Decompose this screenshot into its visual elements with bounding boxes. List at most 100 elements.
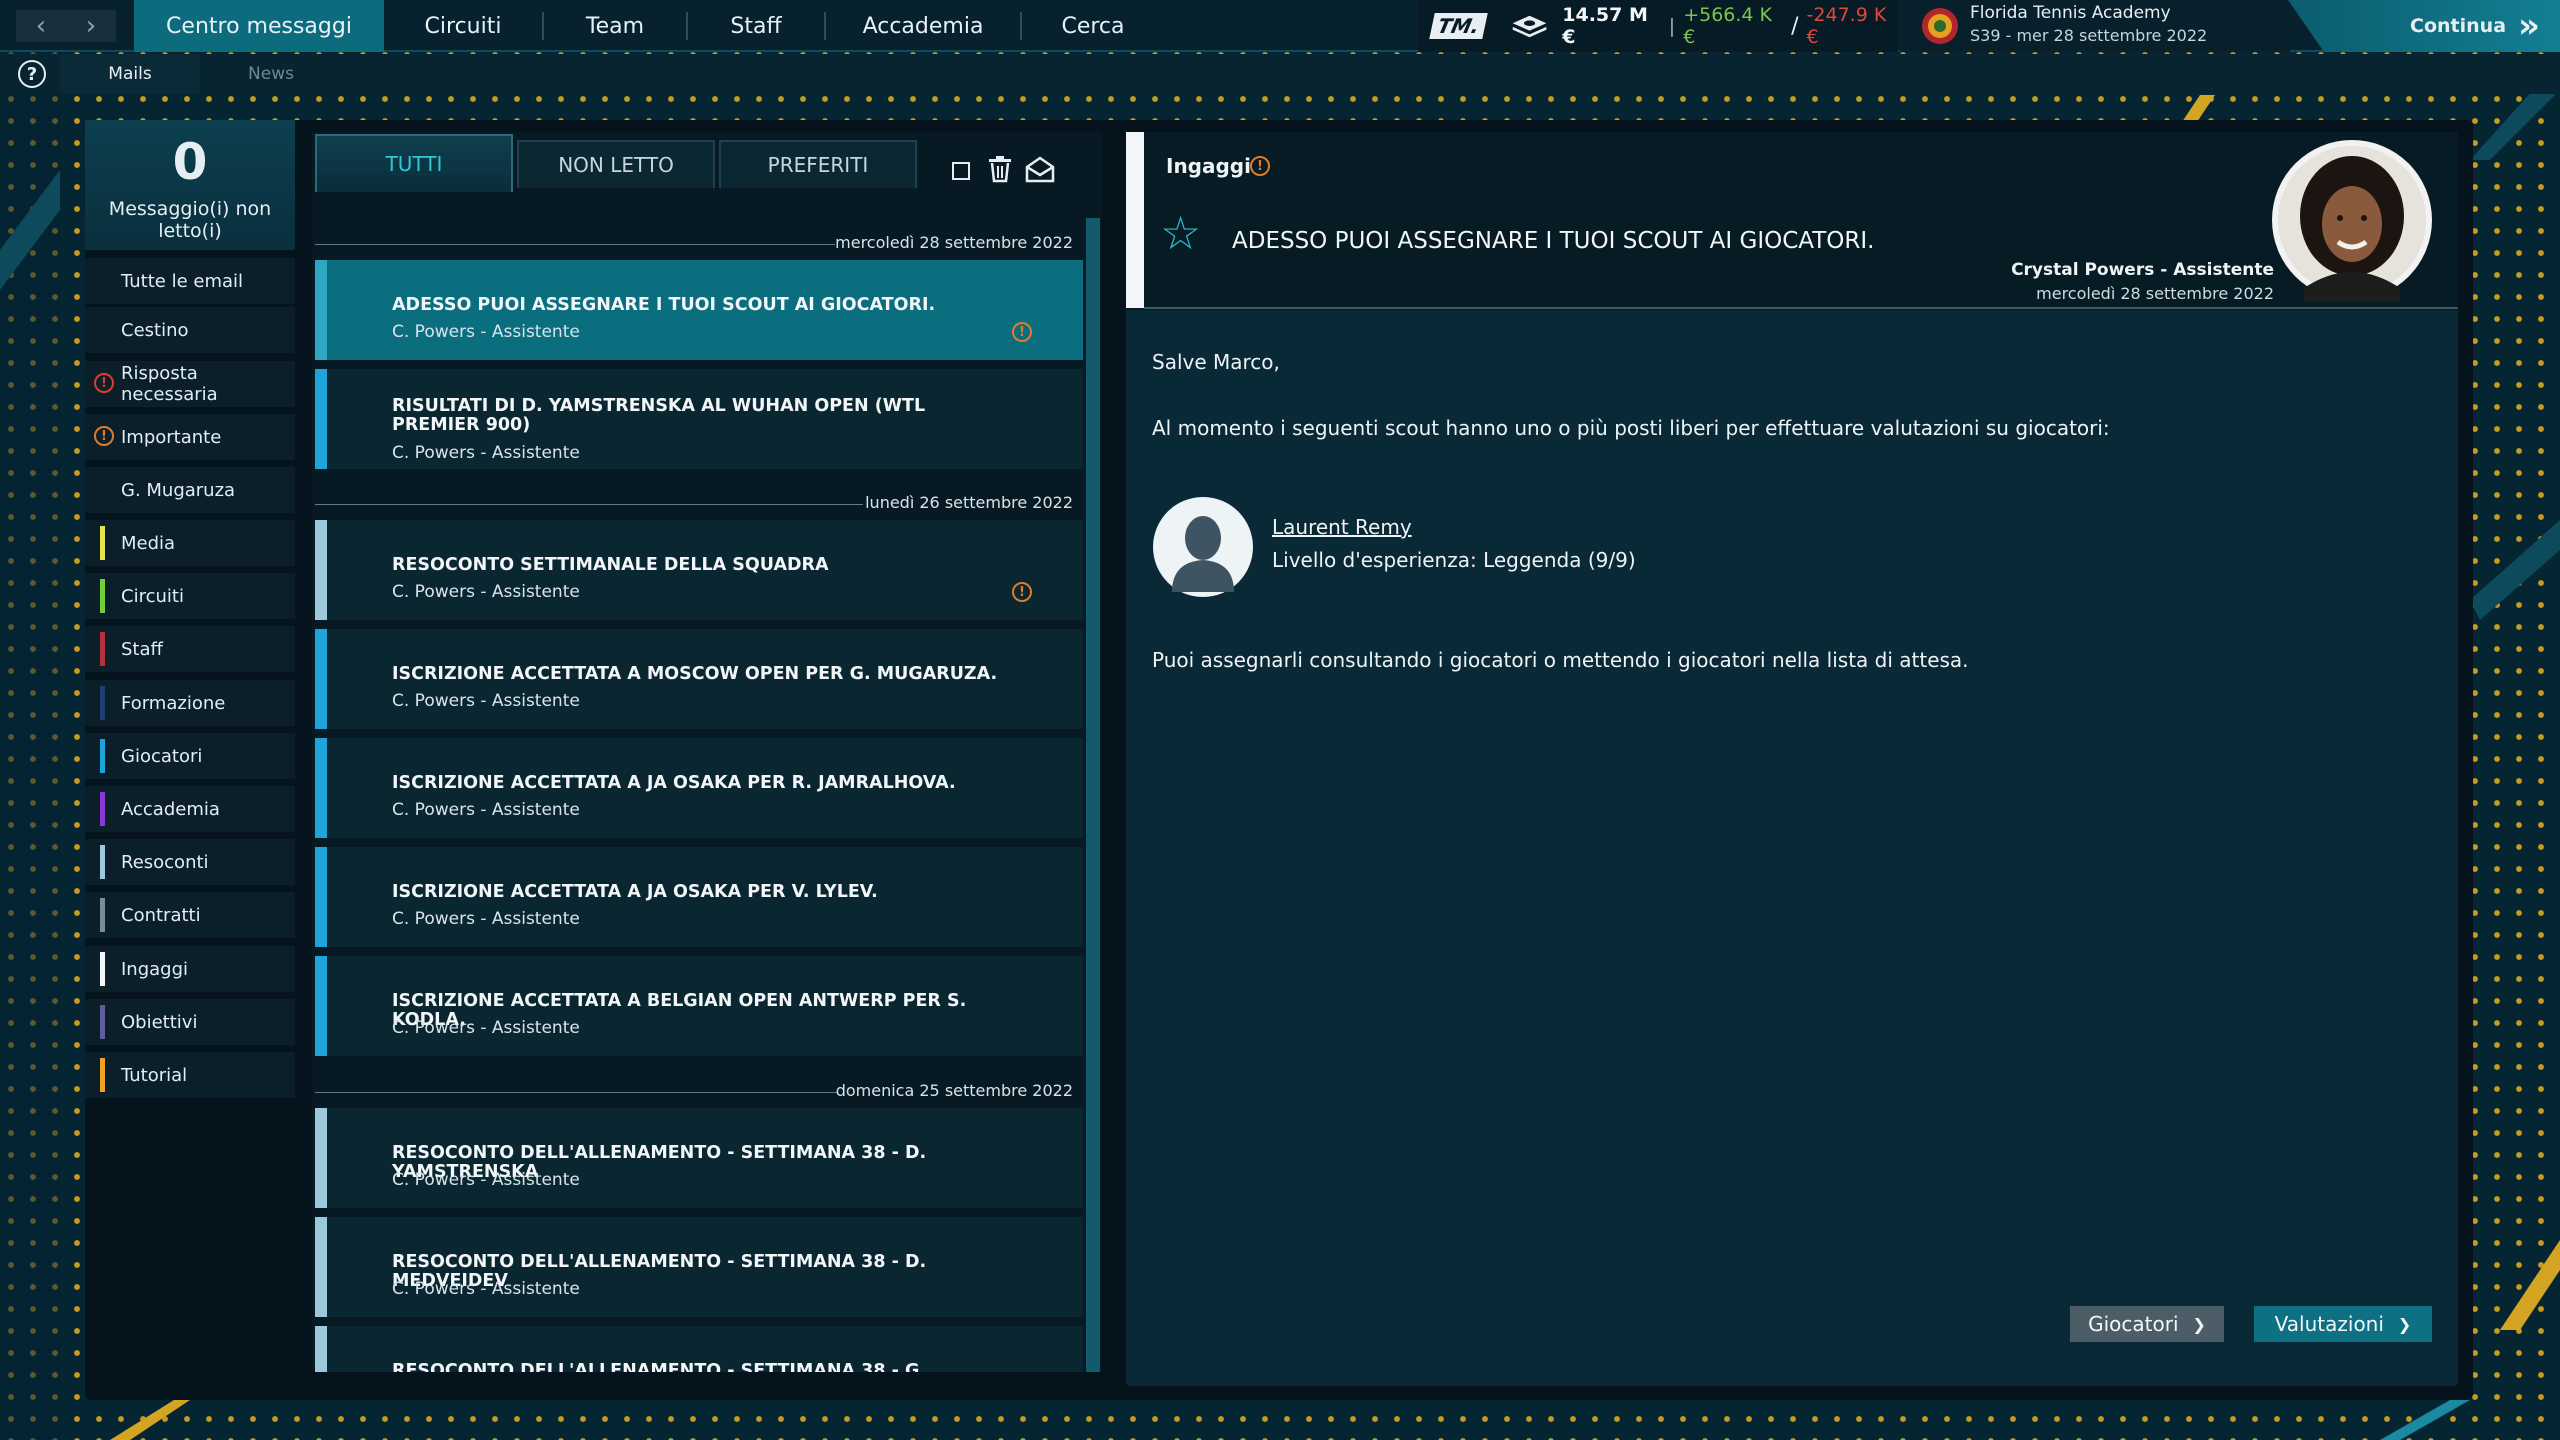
message-title: RESOCONTO SETTIMANALE DELLA SQUADRA — [392, 555, 829, 575]
category-item[interactable]: Staff — [85, 626, 295, 672]
mark-read-icon[interactable] — [1024, 155, 1056, 183]
help-icon[interactable]: ? — [18, 60, 46, 88]
favorite-star-icon[interactable]: ☆ — [1160, 210, 1201, 256]
select-all-checkbox[interactable] — [952, 162, 970, 180]
category-item[interactable]: Giocatori — [85, 733, 295, 779]
trash-icon[interactable] — [987, 155, 1013, 183]
message-category-stripe — [315, 369, 327, 469]
category-item[interactable]: ! Importante — [85, 414, 295, 460]
warning-icon: ! — [1012, 322, 1032, 342]
category-label: Resoconti — [121, 851, 209, 873]
message-category-stripe — [315, 1217, 327, 1317]
continue-button[interactable]: Continua » — [2288, 0, 2560, 52]
category-color-bar — [100, 526, 105, 560]
subtab-mails[interactable]: Mails — [60, 54, 200, 94]
list-tab-tutti[interactable]: TUTTI — [315, 134, 513, 192]
subtab-news[interactable]: News — [204, 54, 338, 94]
message-item[interactable]: RISULTATI DI D. YAMSTRENSKA AL WUHAN OPE… — [315, 369, 1083, 469]
message-title: RISULTATI DI D. YAMSTRENSKA AL WUHAN OPE… — [392, 396, 926, 435]
greeting-text: Salve Marco, — [1152, 350, 1280, 374]
category-label: Circuiti — [121, 585, 184, 607]
message-sender: C. Powers - Assistente — [392, 691, 580, 711]
category-label: Giocatori — [121, 745, 203, 767]
top-bar: ‹ › Centro messaggi Circuiti Team Staff … — [0, 0, 2560, 52]
message-title: RESOCONTO DELL'ALLENAMENTO - SETTIMANA 3… — [392, 1361, 926, 1373]
category-color-bar — [100, 739, 105, 773]
category-item[interactable]: Contratti — [85, 892, 295, 938]
money-icon — [1512, 15, 1547, 38]
category-item[interactable]: Circuiti — [85, 573, 295, 619]
chevron-right-icon: ❯ — [2192, 1314, 2206, 1334]
tab-centro-messaggi[interactable]: Centro messaggi — [134, 0, 384, 52]
message-item[interactable]: RESOCONTO SETTIMANALE DELLA SQUADRA C. Po… — [315, 520, 1083, 620]
message-sender: C. Powers - Assistente — [392, 322, 580, 342]
category-item[interactable]: Accademia — [85, 786, 295, 832]
category-item[interactable]: Tutorial — [85, 1052, 295, 1098]
message-category-stripe — [315, 520, 327, 620]
message-item[interactable]: ISCRIZIONE ACCETTATA A JA OSAKA PER R. J… — [315, 738, 1083, 838]
detail-category: Ingaggi — [1166, 154, 1251, 178]
tab-cerca[interactable]: Cerca — [1022, 0, 1164, 52]
academy-info[interactable]: Florida Tennis Academy S39 - mer 28 sett… — [1900, 0, 2290, 52]
message-item[interactable]: ADESSO PUOI ASSEGNARE I TUOI SCOUT AI GI… — [315, 260, 1083, 360]
intro-text: Al momento i seguenti scout hanno uno o … — [1152, 416, 2110, 440]
header-accent-bar — [1126, 132, 1144, 308]
category-item[interactable]: Resoconti — [85, 839, 295, 885]
message-sender: C. Powers - Assistente — [392, 1018, 580, 1038]
category-item[interactable]: Media — [85, 520, 295, 566]
category-item[interactable]: Formazione — [85, 680, 295, 726]
players-button[interactable]: Giocatori ❯ — [2070, 1306, 2224, 1342]
date-header: mercoledì 28 settembre 2022 — [315, 230, 1073, 258]
warning-icon: ! — [94, 373, 114, 393]
date-divider — [315, 504, 863, 505]
outro-text: Puoi assegnarli consultando i giocatori … — [1152, 648, 1969, 672]
category-label: G. Mugaruza — [121, 479, 236, 501]
category-label: Tutorial — [121, 1064, 188, 1086]
category-label: Cestino — [121, 319, 189, 341]
tab-staff[interactable]: Staff — [688, 0, 824, 52]
message-item[interactable]: RESOCONTO DELL'ALLENAMENTO - SETTIMANA 3… — [315, 1108, 1083, 1208]
message-sender: C. Powers - Assistente — [392, 800, 580, 820]
sender-name: Crystal Powers - Assistente — [2011, 260, 2274, 280]
list-scrollbar-thumb[interactable] — [1086, 218, 1100, 1372]
category-item[interactable]: Obiettivi — [85, 999, 295, 1045]
category-item[interactable]: Tutte le email — [85, 258, 295, 304]
category-label: Obiettivi — [121, 1011, 198, 1033]
income-value: +566.4 K € — [1683, 4, 1773, 48]
back-arrow-icon[interactable]: ‹ — [16, 10, 66, 42]
history-nav: ‹ › — [16, 10, 116, 42]
reviews-button[interactable]: Valutazioni ❯ — [2254, 1306, 2432, 1342]
category-item[interactable]: G. Mugaruza — [85, 467, 295, 513]
tab-accademia[interactable]: Accademia — [826, 0, 1020, 52]
category-item[interactable]: Ingaggi — [85, 946, 295, 992]
category-color-bar — [100, 632, 105, 666]
category-item[interactable]: Cestino — [85, 307, 295, 353]
expense-value: -247.9 K € — [1806, 4, 1887, 48]
message-item[interactable]: ISCRIZIONE ACCETTATA A MOSCOW OPEN PER G… — [315, 629, 1083, 729]
message-item[interactable]: ISCRIZIONE ACCETTATA A BELGIAN OPEN ANTW… — [315, 956, 1083, 1056]
forward-arrow-icon[interactable]: › — [66, 10, 116, 42]
academy-crest-icon — [1922, 8, 1958, 44]
list-tab-preferiti[interactable]: PREFERITI — [719, 140, 917, 188]
unread-count: 0 — [172, 133, 208, 191]
message-sender: C. Powers - Assistente — [392, 443, 580, 463]
category-item[interactable]: ! Risposta necessaria — [85, 361, 295, 407]
message-title: ISCRIZIONE ACCETTATA A JA OSAKA PER R. J… — [392, 773, 956, 793]
priority-warning-icon: ! — [1250, 156, 1270, 176]
category-label: Importante — [121, 426, 222, 448]
unread-label: Messaggio(i) non letto(i) — [108, 198, 272, 242]
scout-name-link[interactable]: Laurent Remy — [1272, 515, 1412, 539]
category-color-bar — [100, 579, 105, 613]
category-color-bar — [100, 686, 105, 720]
message-item[interactable]: ISCRIZIONE ACCETTATA A JA OSAKA PER V. L… — [315, 847, 1083, 947]
message-item[interactable]: RESOCONTO DELL'ALLENAMENTO - SETTIMANA 3… — [315, 1217, 1083, 1317]
category-color-bar — [100, 1005, 105, 1039]
date-label: lunedì 26 settembre 2022 — [865, 493, 1073, 512]
message-item[interactable]: RESOCONTO DELL'ALLENAMENTO - SETTIMANA 3… — [315, 1326, 1083, 1372]
date-header: lunedì 26 settembre 2022 — [315, 490, 1073, 518]
list-tab-non-letto[interactable]: NON LETTO — [517, 140, 715, 188]
message-detail — [1126, 132, 2458, 1386]
sender-avatar — [2272, 140, 2432, 302]
tab-team[interactable]: Team — [544, 0, 686, 52]
tab-circuiti[interactable]: Circuiti — [384, 0, 542, 52]
